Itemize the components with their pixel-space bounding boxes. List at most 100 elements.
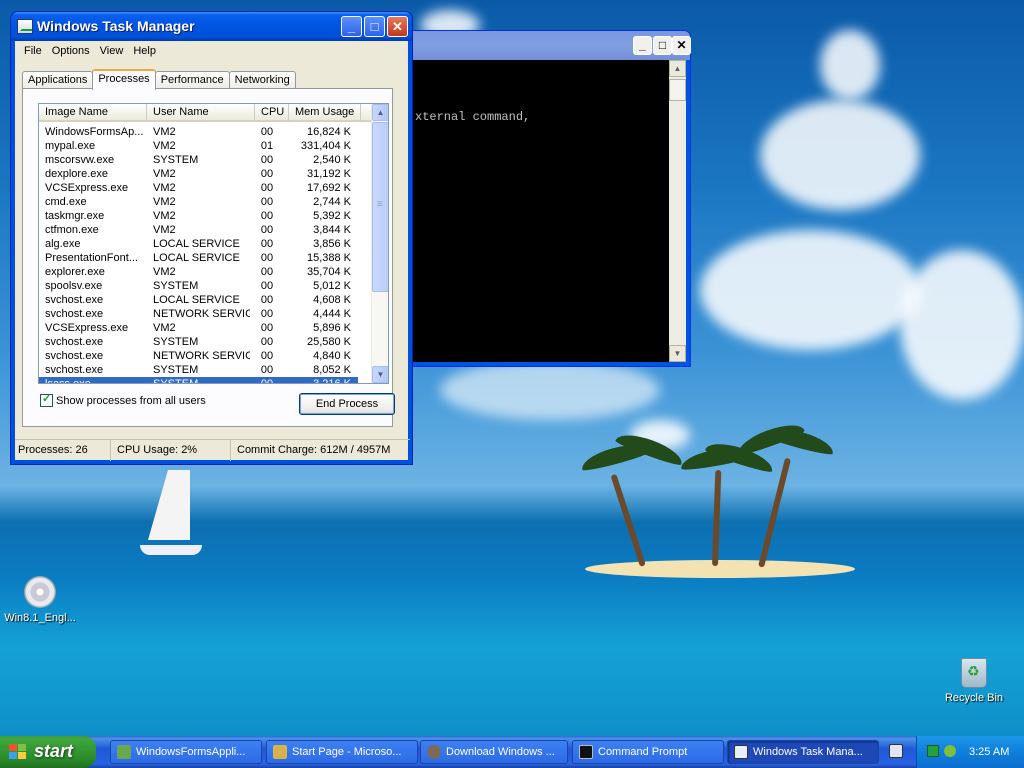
table-row[interactable]: alg.exe LOCAL SERVICE 00 3,856 K (39, 237, 372, 251)
table-row[interactable]: svchost.exe SYSTEM 00 8,052 K (39, 363, 372, 377)
taskmgr-cpu-meter-icon[interactable] (927, 745, 939, 757)
tab-applications[interactable]: Applications (22, 71, 94, 89)
cell-cpu: 00 (260, 378, 274, 384)
menu-help[interactable]: Help (128, 45, 161, 57)
menu-options[interactable]: Options (47, 45, 95, 57)
table-row[interactable]: VCSExpress.exe VM2 00 17,692 K (39, 181, 372, 195)
cell-cpu: 01 (260, 140, 274, 152)
minimize-button[interactable]: _ (633, 36, 652, 55)
table-row[interactable]: svchost.exe NETWORK SERVICE 00 4,840 K (39, 349, 372, 363)
network-icon[interactable] (944, 745, 956, 757)
table-row[interactable]: explorer.exe VM2 00 35,704 K (39, 265, 372, 279)
cell-cpu: 00 (260, 322, 274, 334)
vcs-express-icon (273, 745, 287, 759)
command-prompt-window[interactable]: _ □ ✕ xternal command, ▲ ▼ (404, 30, 691, 367)
column-mem-usage[interactable]: Mem Usage (289, 104, 361, 122)
tab-processes[interactable]: Processes (92, 69, 156, 90)
cell-user-name: SYSTEM (153, 336, 199, 348)
column-image-name[interactable]: Image Name (39, 104, 147, 122)
start-button[interactable]: start (0, 736, 96, 768)
cell-cpu: 00 (260, 252, 274, 264)
close-button[interactable]: ✕ (672, 36, 691, 55)
cloud (440, 360, 660, 420)
end-process-button[interactable]: End Process (299, 393, 395, 415)
cd-drive-icon (24, 576, 56, 608)
keyboard-icon (889, 744, 903, 758)
table-row[interactable]: taskmgr.exe VM2 00 5,392 K (39, 209, 372, 223)
table-row[interactable]: WindowsFormsAp... VM2 00 16,824 K (39, 125, 372, 139)
tab-performance[interactable]: Performance (154, 71, 230, 89)
island (585, 560, 855, 578)
window-client-area: File Options View Help Applications Proc… (15, 41, 410, 461)
cell-image-name: ctfmon.exe (45, 224, 99, 236)
cell-mem-usage: 8,052 K (313, 364, 351, 376)
taskbar-button-windowsformsapp[interactable]: WindowsFormsAppli... (110, 740, 262, 764)
taskbar-button-label: Start Page - Microso... (292, 746, 402, 758)
cell-image-name: svchost.exe (45, 294, 104, 306)
scroll-up-arrow-icon[interactable]: ▲ (669, 60, 686, 77)
tab-networking[interactable]: Networking (228, 71, 296, 89)
keyboard-language-button[interactable] (883, 740, 911, 764)
cell-cpu: 00 (260, 266, 274, 278)
menu-view[interactable]: View (95, 45, 129, 57)
cell-cpu: 00 (260, 350, 274, 362)
column-cpu[interactable]: CPU (255, 104, 289, 122)
taskbar-button-download-windows[interactable]: Download Windows ... (420, 740, 568, 764)
process-list[interactable]: Image Name User Name CPU Mem Usage Windo… (38, 103, 389, 384)
csharp-app-icon (117, 745, 131, 759)
cell-user-name: LOCAL SERVICE (153, 238, 240, 250)
table-row[interactable]: ctfmon.exe VM2 00 3,844 K (39, 223, 372, 237)
table-row[interactable]: svchost.exe NETWORK SERVICE 00 4,444 K (39, 307, 372, 321)
table-row[interactable]: mypal.exe VM2 01 331,404 K (39, 139, 372, 153)
table-row[interactable]: spoolsv.exe SYSTEM 00 5,012 K (39, 279, 372, 293)
taskbar-button-start-page[interactable]: Start Page - Microso... (266, 740, 418, 764)
cell-mem-usage: 3,216 K (313, 378, 351, 384)
scroll-thumb[interactable] (372, 122, 388, 292)
show-all-users-checkbox[interactable] (40, 392, 53, 407)
cmd-titlebar[interactable]: _ □ ✕ (405, 31, 691, 60)
scroll-down-arrow-icon[interactable]: ▼ (669, 345, 686, 362)
column-user-name[interactable]: User Name (147, 104, 255, 122)
table-row[interactable]: PresentationFont... LOCAL SERVICE 00 15,388… (39, 251, 372, 265)
cell-user-name: NETWORK SERVICE (153, 350, 250, 362)
scroll-down-arrow-icon[interactable]: ▼ (372, 366, 388, 383)
menu-file[interactable]: File (19, 45, 47, 57)
console-area[interactable]: xternal command, ▲ ▼ (409, 60, 686, 362)
taskbar-button-task-manager[interactable]: Windows Task Mana... (727, 740, 879, 764)
taskbar-button-command-prompt[interactable]: Command Prompt (572, 740, 724, 764)
status-commit-charge: Commit Charge: 612M / 4957M (237, 444, 391, 456)
maximize-button[interactable]: □ (364, 16, 385, 37)
cloud (760, 100, 920, 210)
desktop-icon-cd-drive[interactable]: Win8.1_Engl... (0, 576, 80, 624)
show-all-users-option[interactable]: Show processes from all users (40, 392, 206, 407)
table-row[interactable]: lsass.exe SYSTEM 00 3,216 K (39, 377, 358, 384)
table-row[interactable]: cmd.exe VM2 00 2,744 K (39, 195, 372, 209)
cell-mem-usage: 3,856 K (313, 238, 351, 250)
cell-cpu: 00 (260, 364, 274, 376)
table-row[interactable]: mscorsvw.exe SYSTEM 00 2,540 K (39, 153, 372, 167)
cell-image-name: svchost.exe (45, 364, 104, 376)
table-row[interactable]: dexplore.exe VM2 00 31,192 K (39, 167, 372, 181)
cell-mem-usage: 5,896 K (313, 322, 351, 334)
taskmgr-titlebar[interactable]: Windows Task Manager _ □ ✕ (11, 12, 412, 41)
process-list-scrollbar[interactable]: ▲ ▼ (371, 104, 388, 383)
palm-trunk (758, 457, 792, 568)
cell-image-name: mscorsvw.exe (45, 154, 115, 166)
cell-cpu: 00 (260, 280, 274, 292)
maximize-button[interactable]: □ (653, 36, 672, 55)
cell-user-name: NETWORK SERVICE (153, 308, 250, 320)
minimize-button[interactable]: _ (341, 16, 362, 37)
scroll-up-arrow-icon[interactable]: ▲ (372, 104, 388, 121)
console-scrollbar[interactable]: ▲ ▼ (669, 60, 686, 362)
tray-clock[interactable]: 3:25 AM (969, 746, 1009, 758)
table-row[interactable]: svchost.exe LOCAL SERVICE 00 4,608 K (39, 293, 372, 307)
desktop-icon-recycle-bin[interactable]: Recycle Bin (934, 658, 1014, 704)
table-row[interactable]: VCSExpress.exe VM2 00 5,896 K (39, 321, 372, 335)
table-row[interactable]: svchost.exe SYSTEM 00 25,580 K (39, 335, 372, 349)
close-button[interactable]: ✕ (387, 16, 408, 37)
task-manager-window[interactable]: Windows Task Manager _ □ ✕ File Options … (10, 11, 413, 465)
cell-mem-usage: 331,404 K (300, 140, 351, 152)
scroll-thumb[interactable] (669, 79, 686, 101)
cell-user-name: SYSTEM (153, 154, 199, 166)
cell-image-name: mypal.exe (45, 140, 96, 152)
